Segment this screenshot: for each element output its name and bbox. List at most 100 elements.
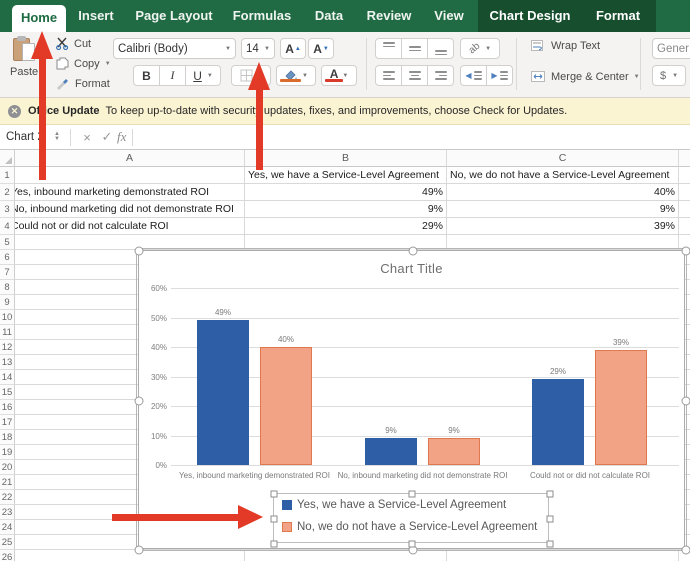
cell[interactable] [15, 167, 245, 184]
insert-function-icon[interactable]: fx [117, 129, 126, 145]
shrink-font-button[interactable]: A▼ [308, 38, 334, 59]
row-header[interactable]: 21 [0, 475, 15, 490]
font-color-button[interactable]: A ▼ [321, 65, 357, 86]
legend-selection-handle[interactable] [547, 491, 554, 498]
copy-button[interactable]: Copy ▼ [56, 57, 111, 70]
cell[interactable]: 29% [245, 218, 447, 235]
cell[interactable]: Yes, we have a Service-Level Agreement [245, 167, 447, 184]
column-header-C[interactable]: C [447, 150, 679, 167]
row-header[interactable]: 25 [0, 535, 15, 550]
row-header[interactable]: 18 [0, 430, 15, 445]
column-header-B[interactable]: B [245, 150, 447, 167]
tab-data[interactable]: Data [307, 0, 351, 32]
cell[interactable]: 39% [447, 218, 679, 235]
merge-center-button[interactable]: Merge & Center ▼ [531, 71, 640, 83]
cell[interactable]: 9% [447, 201, 679, 218]
tab-chart-design[interactable]: Chart Design [487, 0, 573, 32]
font-name-combo[interactable]: Calibri (Body) ▼ [113, 38, 236, 59]
bold-button[interactable]: B [133, 65, 160, 86]
chart-selection-handle[interactable] [682, 546, 690, 555]
cell[interactable] [15, 235, 245, 250]
cell[interactable]: Yes, inbound marketing demonstrated ROI [15, 184, 245, 201]
row-header[interactable]: 26 [0, 550, 15, 561]
row-header[interactable]: 15 [0, 385, 15, 400]
increase-indent-button[interactable]: ▶ [486, 65, 513, 86]
cell[interactable]: 49% [245, 184, 447, 201]
row-header[interactable]: 20 [0, 460, 15, 475]
bar-series1-cat1[interactable] [197, 320, 249, 465]
row-header[interactable]: 17 [0, 415, 15, 430]
cell[interactable] [15, 550, 245, 561]
chart[interactable]: Chart Title 60%50%40%30%20%10%0%49%9%29%… [138, 250, 685, 549]
row-header[interactable]: 9 [0, 295, 15, 310]
tab-home[interactable]: Home [12, 5, 66, 32]
row-header[interactable]: 12 [0, 340, 15, 355]
chart-selection-handle[interactable] [682, 396, 690, 405]
cell[interactable] [245, 235, 447, 250]
row-header[interactable]: 6 [0, 250, 15, 265]
row-header[interactable]: 11 [0, 325, 15, 340]
cell[interactable] [447, 235, 679, 250]
row-header[interactable]: 13 [0, 355, 15, 370]
chart-selection-handle[interactable] [135, 546, 144, 555]
row-header[interactable]: 1 [0, 167, 15, 184]
align-left-button[interactable] [375, 65, 402, 86]
decrease-indent-button[interactable]: ◀ [460, 65, 487, 86]
row-header[interactable]: 7 [0, 265, 15, 280]
wrap-text-button[interactable]: Wrap Text [531, 40, 600, 52]
cell[interactable] [679, 218, 690, 235]
bar-series2-cat2[interactable] [428, 438, 480, 465]
legend-entry[interactable]: No, we do not have a Service-Level Agree… [282, 521, 537, 533]
fill-color-button[interactable]: ▼ [276, 65, 316, 86]
bar-series2-cat1[interactable] [260, 347, 312, 465]
row-header[interactable]: 24 [0, 520, 15, 535]
row-header[interactable]: 19 [0, 445, 15, 460]
italic-button[interactable]: I [159, 65, 186, 86]
tab-formulas[interactable]: Formulas [228, 0, 296, 32]
legend-selection-handle[interactable] [547, 541, 554, 548]
legend-entry[interactable]: Yes, we have a Service-Level Agreement [282, 499, 506, 511]
cell[interactable] [447, 550, 679, 561]
tab-review[interactable]: Review [362, 0, 416, 32]
chart-selection-handle[interactable] [135, 396, 144, 405]
row-header[interactable]: 10 [0, 310, 15, 325]
cell[interactable]: 9% [245, 201, 447, 218]
align-top-button[interactable] [375, 38, 402, 59]
row-header[interactable]: 23 [0, 505, 15, 520]
select-all-corner[interactable] [0, 150, 15, 167]
row-header[interactable]: 16 [0, 400, 15, 415]
currency-format-button[interactable]: $ ▼ [652, 65, 686, 86]
tab-view[interactable]: View [427, 0, 471, 32]
underline-button[interactable]: U▼ [185, 65, 221, 86]
row-header[interactable]: 3 [0, 201, 15, 218]
grow-font-button[interactable]: A▲ [280, 38, 306, 59]
row-header[interactable]: 22 [0, 490, 15, 505]
cell[interactable]: No, we do not have a Service-Level Agree… [447, 167, 679, 184]
cell[interactable]: 40% [447, 184, 679, 201]
format-painter-button[interactable]: Format [56, 77, 110, 90]
chart-title[interactable]: Chart Title [139, 261, 684, 276]
cell[interactable] [679, 184, 690, 201]
row-header[interactable]: 5 [0, 235, 15, 250]
cell[interactable]: No, inbound marketing did not demonstrat… [15, 201, 245, 218]
bar-series1-cat2[interactable] [365, 438, 417, 465]
legend-selection-handle[interactable] [409, 491, 416, 498]
orientation-button[interactable]: ab ▼ [460, 38, 500, 59]
legend-selection-handle[interactable] [271, 541, 278, 548]
chart-selection-handle[interactable] [135, 247, 144, 256]
align-center-button[interactable] [401, 65, 428, 86]
tab-page-layout[interactable]: Page Layout [130, 0, 218, 32]
number-format-combo[interactable]: Gener [652, 38, 690, 59]
legend-selection-handle[interactable] [547, 516, 554, 523]
cell[interactable] [679, 201, 690, 218]
legend-selection-handle[interactable] [271, 516, 278, 523]
font-size-combo[interactable]: 14 ▼ [241, 38, 275, 59]
name-box-stepper[interactable]: ▲▼ [50, 132, 64, 142]
chart-legend[interactable]: Yes, we have a Service-Level Agreement No… [273, 493, 549, 543]
dismiss-notification-icon[interactable]: ✕ [8, 105, 21, 118]
bar-series1-cat3[interactable] [532, 379, 584, 465]
row-header[interactable]: 4 [0, 218, 15, 235]
cell[interactable]: Could not or did not calculate ROI [15, 218, 245, 235]
legend-selection-handle[interactable] [271, 491, 278, 498]
chart-selection-handle[interactable] [682, 247, 690, 256]
